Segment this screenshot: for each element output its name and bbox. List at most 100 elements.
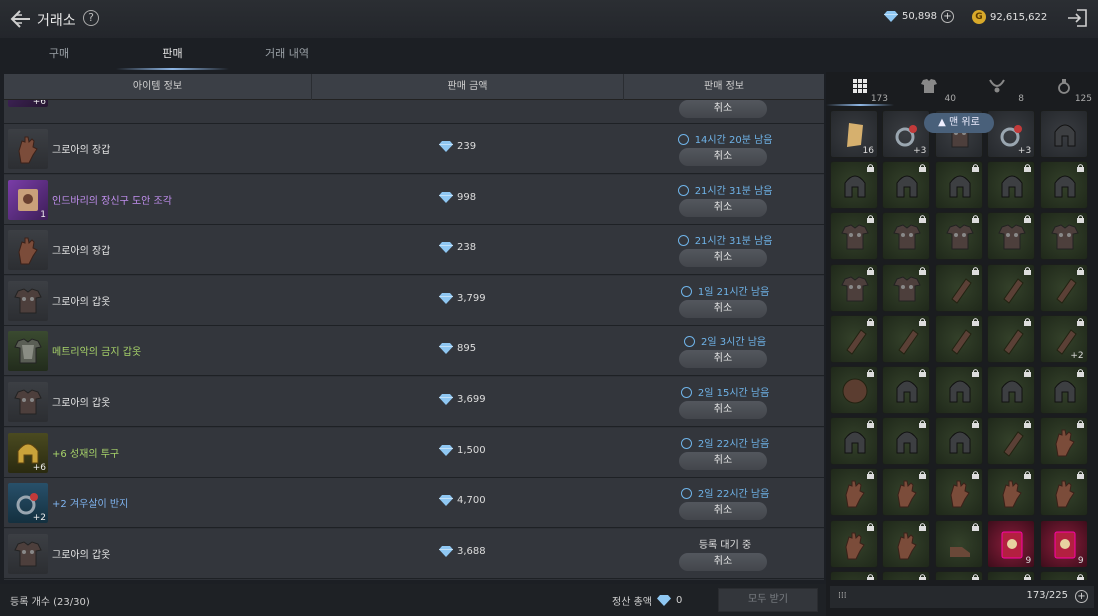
cancel-button[interactable]: 취소 (679, 100, 767, 118)
clock-icon (677, 134, 689, 145)
help-icon[interactable]: ? (83, 10, 99, 26)
diamond-icon (439, 394, 453, 405)
inventory-slot[interactable] (830, 314, 878, 363)
darkhelm-icon (944, 426, 976, 458)
inventory-slot[interactable] (882, 519, 931, 568)
table-row[interactable]: 1 인드바리의 장신구 도안 조각 998 21시간 31분 남음 취소 (4, 174, 824, 225)
inventory-slot[interactable] (830, 417, 878, 466)
table-row[interactable]: 그로아의 장갑 239 14시간 20분 남음 취소 (4, 124, 824, 174)
item-name: 그로아의 갑옷 (52, 296, 111, 308)
inventory-slot[interactable] (987, 570, 1036, 580)
inventory-tab-all[interactable]: 173 (826, 72, 894, 106)
inventory-slot[interactable] (830, 468, 878, 517)
table-row[interactable]: +6 +6 성재의 투구 1,500 2일 22시간 남음 취소 (4, 427, 824, 478)
cancel-button[interactable]: 취소 (679, 148, 767, 166)
inventory-slot[interactable] (934, 417, 983, 466)
grip-icon[interactable]: ⁞⁞⁞ (838, 591, 847, 601)
inventory-tab-armor[interactable]: 40 (894, 72, 962, 106)
col-price: 판매 금액 (312, 74, 624, 100)
inventory-slot[interactable] (830, 212, 878, 261)
tab-history[interactable]: 거래 내역 (229, 40, 345, 70)
claim-all-button[interactable]: 모두 받기 (718, 588, 818, 612)
inventory-slot[interactable] (830, 570, 878, 580)
inventory-slot[interactable] (882, 366, 931, 414)
table-row[interactable]: 그로아의 갑옷 3,688 등록 대기 중 취소 (4, 528, 824, 579)
cancel-button[interactable]: 취소 (679, 249, 767, 268)
sell-list[interactable]: 아이템 정보 판매 금액 판매 정보 +6 취소 그로아의 장갑 239 14시… (4, 74, 824, 580)
inventory-slot[interactable] (882, 314, 931, 363)
cancel-button[interactable]: 취소 (679, 502, 767, 521)
inventory-slot[interactable]: 9 (1039, 519, 1088, 568)
bracer-icon (839, 324, 871, 356)
inventory-slot[interactable]: +2 (1039, 314, 1088, 363)
table-row[interactable]: 메트리악의 금지 갑옷 895 2일 3시간 남음 취소 (4, 326, 824, 377)
cancel-button[interactable]: 취소 (679, 401, 767, 419)
remaining-time: 21시간 31분 남음 (694, 236, 773, 248)
inventory-slot[interactable] (934, 570, 983, 580)
expand-inventory-button[interactable]: + (1075, 590, 1088, 603)
inventory-slot[interactable] (987, 366, 1036, 414)
remaining-time: 2일 22시간 남음 (697, 489, 770, 501)
inventory-tab-consumable[interactable]: 125 (1030, 72, 1098, 106)
cancel-button[interactable]: 취소 (679, 451, 767, 470)
inventory-slot[interactable] (934, 519, 983, 568)
inventory-slot[interactable] (1039, 468, 1088, 517)
inventory-slot[interactable]: +3 (882, 110, 931, 158)
gold-balance: G 92,615,622 (972, 10, 1047, 24)
inventory-slot[interactable]: 9 (987, 519, 1036, 568)
inventory-slot[interactable] (830, 161, 878, 210)
inventory-slot[interactable] (882, 263, 931, 312)
scroll-to-top-button[interactable]: ▲ 맨 위로 (924, 113, 994, 133)
table-row[interactable]: 그로아의 갑옷 3,699 2일 15시간 남음 취소 (4, 377, 824, 427)
inventory-slot[interactable] (830, 519, 878, 568)
diamond-amount: 50,898 (902, 11, 937, 22)
inventory-slot[interactable] (1039, 161, 1088, 210)
inventory-slot[interactable] (934, 212, 983, 261)
inventory-slot[interactable] (830, 263, 878, 312)
inventory-slot[interactable] (882, 212, 931, 261)
inventory-slot[interactable] (987, 468, 1036, 517)
inventory-slot[interactable] (1039, 417, 1088, 466)
inventory-slot[interactable] (1039, 212, 1088, 261)
armor-icon (891, 221, 923, 253)
cancel-button[interactable]: 취소 (679, 552, 767, 571)
inventory-slot[interactable] (987, 161, 1036, 210)
gold-coin-icon: G (972, 10, 986, 24)
inventory-slot[interactable] (934, 314, 983, 363)
inventory-slot[interactable] (1039, 110, 1088, 158)
inventory-slot[interactable] (830, 366, 878, 414)
table-row[interactable]: 그로아의 장갑 238 21시간 31분 남음 취소 (4, 225, 824, 276)
inventory-slot[interactable] (934, 366, 983, 414)
inventory-slot[interactable] (882, 570, 931, 580)
inventory-slot[interactable] (1039, 263, 1088, 312)
glove-icon (839, 529, 871, 561)
inventory-slot[interactable] (882, 417, 931, 466)
inventory-slot[interactable] (882, 161, 931, 210)
inventory-slot[interactable] (987, 314, 1036, 363)
inventory-slot[interactable] (987, 263, 1036, 312)
slot-count: +2 (1070, 350, 1084, 361)
inventory-slot[interactable]: +3 (987, 110, 1036, 158)
item-price: 4,700 (439, 495, 486, 507)
exit-icon[interactable] (1066, 7, 1090, 29)
cancel-button[interactable]: 취소 (679, 299, 767, 318)
inventory-grid[interactable]: 16 +3 +3 +2 9 9 (830, 110, 1094, 580)
inventory-slot[interactable] (934, 263, 983, 312)
tab-sell[interactable]: 판매 (116, 40, 229, 70)
table-row[interactable]: 그로아의 갑옷 3,799 1일 21시간 남음 취소 (4, 275, 824, 326)
inventory-slot[interactable]: 16 (830, 110, 878, 158)
inventory-slot[interactable] (934, 161, 983, 210)
inventory-slot[interactable] (1039, 366, 1088, 414)
inventory-slot[interactable] (882, 468, 931, 517)
inventory-slot[interactable] (1039, 570, 1088, 580)
inventory-slot[interactable] (987, 212, 1036, 261)
inventory-slot[interactable] (987, 417, 1036, 466)
back-arrow-icon[interactable] (8, 8, 32, 30)
cancel-button[interactable]: 취소 (679, 198, 767, 217)
cancel-button[interactable]: 취소 (679, 350, 767, 369)
tab-buy[interactable]: 구매 (0, 40, 118, 70)
inventory-tab-accessory[interactable]: 8 (962, 72, 1030, 106)
add-diamond-button[interactable]: + (941, 10, 954, 23)
table-row[interactable]: +2 +2 겨우살이 반지 4,700 2일 22시간 남음 취소 (4, 478, 824, 529)
inventory-slot[interactable] (934, 468, 983, 517)
